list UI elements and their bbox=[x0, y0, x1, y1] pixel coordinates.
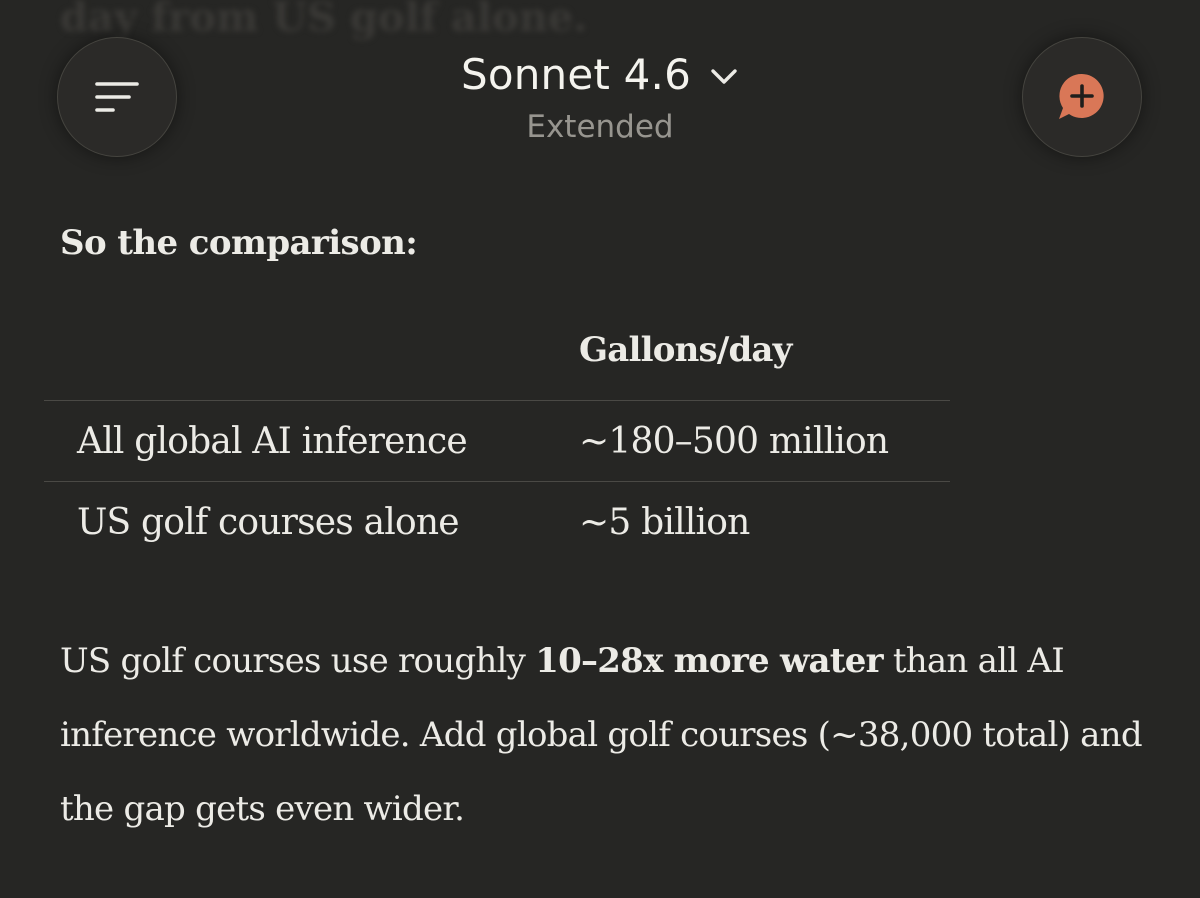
table-header-cell: Gallons/day bbox=[579, 330, 792, 370]
section-heading: So the comparison: bbox=[60, 223, 418, 263]
model-name: Sonnet 4.6 bbox=[460, 50, 692, 99]
summary-paragraph: US golf courses use roughly 10–28x more … bbox=[60, 624, 1180, 846]
paragraph-text-start: US golf courses use roughly bbox=[60, 641, 536, 681]
table-cell: ~180–500 million bbox=[579, 420, 889, 462]
table-cell: ~5 billion bbox=[579, 501, 750, 543]
table-cell: US golf courses alone bbox=[77, 501, 460, 543]
model-selector[interactable]: Sonnet 4.6 Extended bbox=[0, 50, 1200, 145]
model-mode-label: Extended bbox=[526, 109, 674, 145]
table-row: All global AI inference ~180–500 million bbox=[44, 400, 950, 481]
table-cell: All global AI inference bbox=[77, 420, 468, 462]
comparison-table: Gallons/day All global AI inference ~180… bbox=[44, 330, 950, 562]
table-header-row: Gallons/day bbox=[44, 330, 950, 400]
new-chat-button[interactable] bbox=[1022, 37, 1142, 157]
chevron-down-icon bbox=[711, 68, 737, 84]
table-row: US golf courses alone ~5 billion bbox=[44, 481, 950, 562]
scrolled-message-text: day from US golf alone. bbox=[60, 0, 588, 41]
chat-plus-icon bbox=[1059, 73, 1104, 119]
paragraph-bold-text: 10–28x more water bbox=[535, 641, 883, 681]
